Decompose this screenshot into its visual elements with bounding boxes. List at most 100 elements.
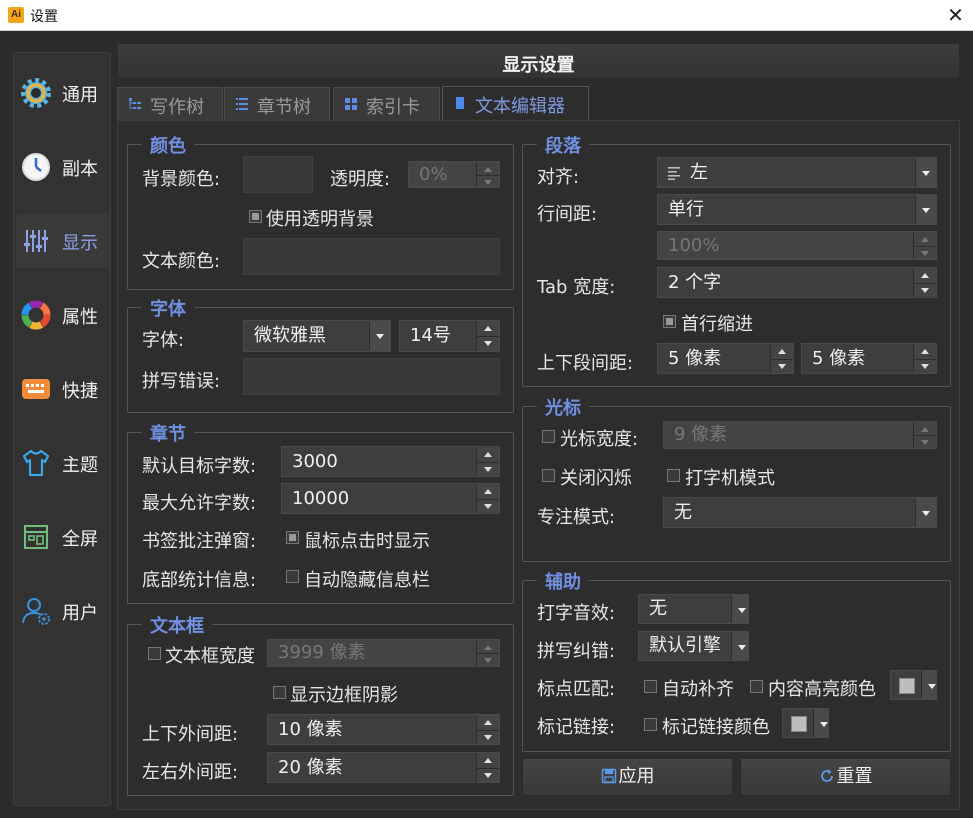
- font-family-select[interactable]: 微软雅黑: [243, 320, 391, 352]
- paragraph-spacing-top-spin-buttons[interactable]: [770, 344, 793, 373]
- spin-up-icon[interactable]: [477, 484, 499, 500]
- horizontal-margin-spin-buttons[interactable]: [476, 753, 499, 782]
- chevron-down-icon[interactable]: [915, 195, 936, 224]
- max-allowed-spinbox[interactable]: 10000: [281, 483, 500, 514]
- cursor-width-spinbox[interactable]: 9 像素: [663, 421, 937, 449]
- textbox-width-spin-buttons[interactable]: [476, 640, 499, 666]
- group-title: 章节: [142, 420, 194, 446]
- vertical-margin-spin-buttons[interactable]: [476, 715, 499, 744]
- sidebar-item-theme[interactable]: 主题: [16, 436, 110, 490]
- spin-up-icon[interactable]: [771, 344, 793, 360]
- spin-down-icon[interactable]: [477, 175, 499, 188]
- tab-width-spin-buttons[interactable]: [913, 268, 936, 297]
- horizontal-margin-spinbox[interactable]: 20 像素: [267, 752, 500, 783]
- bg-color-picker[interactable]: [243, 156, 313, 193]
- spin-up-icon[interactable]: [477, 640, 499, 654]
- sidebar-item-general[interactable]: 通用: [16, 66, 110, 120]
- reset-button[interactable]: 重置: [740, 758, 951, 796]
- default-target-spinbox[interactable]: 3000: [281, 446, 500, 477]
- max-allowed-spin-buttons[interactable]: [476, 484, 499, 513]
- spin-up-icon[interactable]: [914, 344, 936, 360]
- sidebar-item-display[interactable]: 显示: [16, 214, 110, 268]
- default-target-label: 默认目标字数:: [142, 456, 257, 477]
- bookmark-popup-label: 书签批注弹窗:: [142, 531, 257, 552]
- chevron-down-icon[interactable]: [921, 671, 936, 699]
- bookmark-popup-checkbox[interactable]: [286, 531, 299, 544]
- auto-complete-checkbox[interactable]: [644, 680, 657, 693]
- sidebar-item-copy[interactable]: 副本: [16, 140, 110, 194]
- spin-down-icon[interactable]: [477, 653, 499, 666]
- mark-link-color-picker[interactable]: [782, 708, 829, 738]
- cursor-width-checkbox[interactable]: [542, 430, 555, 443]
- spin-up-icon[interactable]: [477, 753, 499, 769]
- spin-up-icon[interactable]: [914, 268, 936, 284]
- spin-down-icon[interactable]: [477, 768, 499, 783]
- chevron-down-icon[interactable]: [915, 498, 936, 527]
- chevron-down-icon[interactable]: [731, 595, 748, 623]
- textbox-width-spinbox[interactable]: 3999 像素: [267, 639, 500, 667]
- sidebar-item-shortcuts[interactable]: 快捷: [16, 362, 110, 416]
- font-size-spinbox[interactable]: 14号: [399, 320, 500, 352]
- sidebar-item-user[interactable]: 用户: [16, 584, 110, 638]
- chevron-down-icon[interactable]: [915, 158, 936, 187]
- use-transparent-bg-checkbox[interactable]: [249, 210, 262, 223]
- paragraph-spacing-top-spinbox[interactable]: 5 像素: [657, 343, 794, 374]
- textbox-width-checkbox[interactable]: [148, 647, 161, 660]
- tab-label: 文本编辑器: [475, 96, 565, 117]
- spin-down-icon[interactable]: [914, 246, 936, 260]
- sidebar-item-properties[interactable]: 属性: [16, 288, 110, 342]
- line-spacing-value: 单行: [668, 199, 704, 220]
- paragraph-spacing-bottom-spinbox[interactable]: 5 像素: [801, 343, 937, 374]
- spell-error-color-picker[interactable]: [243, 358, 500, 395]
- chevron-down-icon[interactable]: [813, 709, 828, 737]
- spin-down-icon[interactable]: [914, 435, 936, 448]
- typing-sound-select[interactable]: 无: [638, 594, 749, 624]
- tab-index-cards[interactable]: 索引卡: [333, 87, 440, 120]
- spin-up-icon[interactable]: [914, 422, 936, 436]
- paragraph-spacing-bottom-spin-buttons[interactable]: [913, 344, 936, 373]
- font-group: 字体 字体: 微软雅黑 14号 拼写错误:: [127, 295, 514, 413]
- first-line-indent-checkbox[interactable]: [663, 315, 676, 328]
- spin-down-icon[interactable]: [477, 499, 499, 514]
- chevron-down-icon[interactable]: [731, 632, 748, 660]
- spin-down-icon[interactable]: [914, 359, 936, 374]
- tab-text-editor[interactable]: 文本编辑器: [442, 86, 589, 121]
- vertical-margin-spinbox[interactable]: 10 像素: [267, 714, 500, 745]
- spin-up-icon[interactable]: [477, 162, 499, 176]
- opacity-spinbox[interactable]: 0%: [408, 161, 500, 188]
- line-spacing-spin-buttons[interactable]: [913, 232, 936, 259]
- sidebar-item-fullscreen[interactable]: 全屏: [16, 510, 110, 564]
- spin-down-icon[interactable]: [914, 283, 936, 298]
- focus-mode-select[interactable]: 无: [663, 497, 937, 528]
- line-spacing-percent-spinbox[interactable]: 100%: [657, 231, 937, 260]
- close-button[interactable]: ✕: [938, 0, 973, 31]
- apply-button[interactable]: 应用: [522, 758, 733, 796]
- chevron-down-icon[interactable]: [369, 321, 390, 351]
- spin-up-icon[interactable]: [477, 321, 499, 337]
- align-select[interactable]: 左: [657, 157, 937, 188]
- spin-down-icon[interactable]: [477, 730, 499, 745]
- text-color-picker[interactable]: [243, 238, 500, 275]
- highlight-color-picker[interactable]: [890, 670, 937, 700]
- spellcheck-select[interactable]: 默认引擎: [638, 631, 749, 661]
- spin-up-icon[interactable]: [477, 447, 499, 463]
- font-size-spin-buttons[interactable]: [476, 321, 499, 351]
- frame-shadow-checkbox[interactable]: [273, 686, 286, 699]
- typewriter-mode-checkbox[interactable]: [667, 469, 680, 482]
- disable-blink-checkbox[interactable]: [542, 469, 555, 482]
- spin-up-icon[interactable]: [477, 715, 499, 731]
- auto-hide-stats-checkbox[interactable]: [286, 570, 299, 583]
- cursor-width-spin-buttons[interactable]: [913, 422, 936, 448]
- highlight-color-checkbox[interactable]: [750, 680, 763, 693]
- spin-down-icon[interactable]: [771, 359, 793, 374]
- default-target-spin-buttons[interactable]: [476, 447, 499, 476]
- tab-writing-tree[interactable]: 写作树: [117, 87, 223, 120]
- tab-chapter-tree[interactable]: 章节树: [224, 87, 330, 120]
- spin-down-icon[interactable]: [477, 336, 499, 351]
- line-spacing-select[interactable]: 单行: [657, 194, 937, 225]
- mark-link-color-checkbox[interactable]: [644, 718, 657, 731]
- spin-up-icon[interactable]: [914, 232, 936, 247]
- tab-width-spinbox[interactable]: 2 个字: [657, 267, 937, 298]
- opacity-spin-buttons[interactable]: [476, 162, 499, 187]
- spin-down-icon[interactable]: [477, 462, 499, 477]
